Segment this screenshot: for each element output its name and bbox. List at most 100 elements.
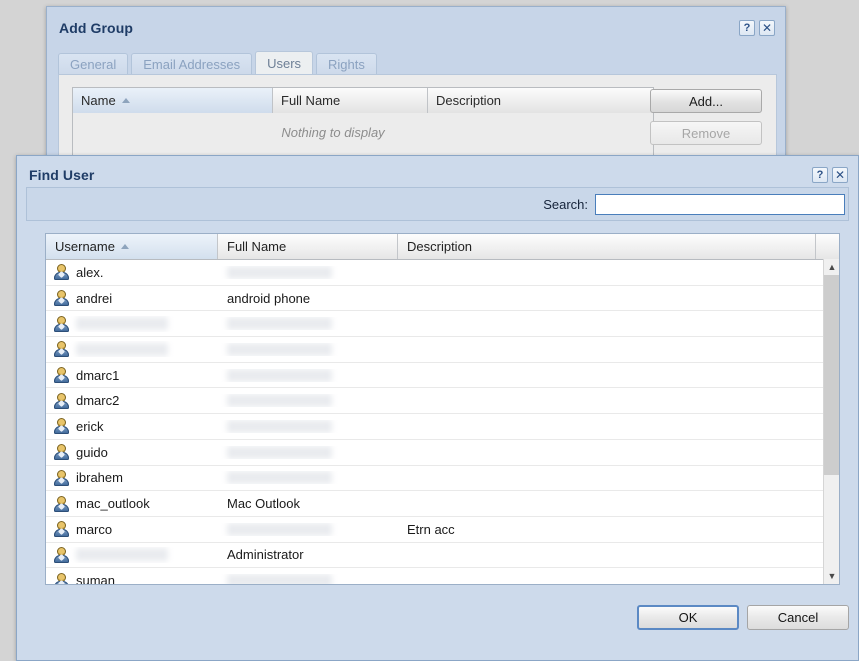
cell-username-text: marco bbox=[76, 521, 113, 537]
column-header-extra[interactable] bbox=[816, 234, 839, 259]
help-icon[interactable]: ? bbox=[739, 20, 755, 36]
table-row[interactable]: guido bbox=[46, 440, 839, 466]
close-icon[interactable]: ✕ bbox=[832, 167, 848, 183]
column-header-full-name[interactable]: Full Name bbox=[218, 234, 398, 259]
find-user-title: Find User bbox=[29, 167, 95, 183]
table-row[interactable]: ibrahem bbox=[46, 466, 839, 492]
table-row[interactable] bbox=[46, 311, 839, 338]
add-button[interactable]: Add... bbox=[650, 89, 762, 113]
table-row[interactable]: marco Etrn acc bbox=[46, 517, 839, 543]
add-group-window-buttons: ? ✕ bbox=[739, 20, 775, 36]
table-row[interactable]: dmarc2 bbox=[46, 388, 839, 415]
cell-full-name bbox=[218, 317, 398, 331]
table-row[interactable]: alex. bbox=[46, 260, 839, 286]
add-group-dialog: Add Group ? ✕ General Email Addresses Us… bbox=[46, 6, 786, 166]
user-icon bbox=[53, 418, 69, 435]
cell-username-text: guido bbox=[76, 444, 108, 460]
cell-full-name bbox=[218, 368, 398, 382]
cell-username: ibrahem bbox=[46, 470, 218, 486]
table-row[interactable]: dmarc1 bbox=[46, 363, 839, 389]
sort-ascending-icon bbox=[120, 244, 129, 249]
column-header-description-label: Description bbox=[407, 239, 473, 254]
tab-rights[interactable]: Rights bbox=[316, 53, 377, 75]
table-row[interactable] bbox=[46, 337, 839, 363]
cell-username-text bbox=[76, 342, 168, 356]
cell-username: dmarc1 bbox=[46, 367, 218, 384]
cell-full-name-text bbox=[227, 265, 332, 279]
cell-full-name bbox=[218, 471, 398, 485]
find-user-window-buttons: ? ✕ bbox=[812, 167, 848, 183]
cell-username: guido bbox=[46, 444, 218, 461]
help-icon[interactable]: ? bbox=[812, 167, 828, 183]
table-row[interactable]: mac_outlook Mac Outlook bbox=[46, 491, 839, 517]
tab-general[interactable]: General bbox=[58, 53, 129, 75]
user-icon bbox=[53, 470, 69, 486]
cell-username-text: alex. bbox=[76, 264, 104, 280]
user-icon bbox=[53, 264, 69, 281]
cell-username: marco bbox=[46, 521, 218, 538]
cell-full-name-text bbox=[227, 419, 332, 433]
cell-full-name bbox=[218, 574, 398, 584]
table-row[interactable]: erick bbox=[46, 414, 839, 440]
sort-ascending-icon bbox=[121, 98, 130, 103]
scroll-down-icon[interactable]: ▼ bbox=[824, 568, 839, 584]
cell-full-name bbox=[218, 419, 398, 433]
column-header-description[interactable]: Description bbox=[428, 88, 653, 113]
cell-full-name-text bbox=[227, 522, 332, 536]
column-header-username[interactable]: Username bbox=[46, 234, 218, 259]
scrollbar-thumb[interactable] bbox=[824, 275, 839, 475]
cell-full-name bbox=[218, 265, 398, 279]
cell-full-name-text bbox=[227, 471, 332, 485]
search-input[interactable] bbox=[599, 193, 841, 215]
search-input-wrapper[interactable] bbox=[595, 193, 845, 215]
cell-username: alex. bbox=[46, 264, 218, 281]
user-icon bbox=[53, 393, 69, 409]
tab-email-addresses[interactable]: Email Addresses bbox=[131, 53, 253, 75]
cell-username: suman bbox=[46, 573, 218, 584]
ok-button[interactable]: OK bbox=[637, 605, 739, 630]
cancel-button[interactable]: Cancel bbox=[747, 605, 849, 630]
cell-full-name: Mac Outlook bbox=[218, 496, 398, 511]
cell-full-name-text: android phone bbox=[227, 290, 311, 306]
cell-description-text: Etrn acc bbox=[407, 521, 455, 537]
user-list-body[interactable]: alex. andrei android phone dmarc1 dmarc2 eric… bbox=[46, 260, 839, 584]
cell-username-text bbox=[76, 317, 168, 331]
empty-state-text: Nothing to display bbox=[281, 124, 385, 140]
user-icon bbox=[53, 521, 69, 538]
remove-button[interactable]: Remove bbox=[650, 121, 762, 145]
tab-users[interactable]: Users bbox=[255, 51, 314, 75]
cell-full-name-text: Mac Outlook bbox=[227, 496, 300, 512]
column-header-full-name[interactable]: Full Name bbox=[273, 88, 428, 113]
column-header-name[interactable]: Name bbox=[73, 88, 273, 113]
search-label: Search: bbox=[543, 196, 588, 212]
add-group-users-panel: Name Full Name Description Nothing to di… bbox=[58, 74, 777, 159]
cell-username bbox=[46, 547, 218, 563]
scroll-up-icon[interactable]: ▲ bbox=[824, 259, 839, 275]
table-row[interactable]: Administrator bbox=[46, 543, 839, 569]
cell-full-name-text: Administrator bbox=[227, 547, 304, 563]
cell-username-text: andrei bbox=[76, 290, 113, 306]
cell-username-text: dmarc1 bbox=[76, 367, 120, 383]
user-icon bbox=[53, 496, 69, 512]
add-group-title: Add Group bbox=[59, 20, 133, 36]
cell-username-text: ibrahem bbox=[76, 470, 123, 486]
column-header-description[interactable]: Description bbox=[398, 234, 816, 259]
cell-username: dmarc2 bbox=[46, 393, 218, 409]
group-members-actions: Add... Remove bbox=[650, 89, 762, 153]
group-members-grid: Name Full Name Description Nothing to di… bbox=[72, 87, 654, 158]
cell-full-name bbox=[218, 522, 398, 536]
table-row[interactable]: suman bbox=[46, 568, 839, 584]
table-row[interactable]: andrei android phone bbox=[46, 286, 839, 312]
user-list-scrollbar[interactable]: ▲ ▼ bbox=[823, 259, 839, 584]
cell-full-name-text bbox=[227, 368, 332, 382]
screen: Add Group ? ✕ General Email Addresses Us… bbox=[0, 0, 859, 661]
cell-full-name bbox=[218, 342, 398, 356]
cell-username-text: mac_outlook bbox=[76, 496, 150, 512]
close-icon[interactable]: ✕ bbox=[759, 20, 775, 36]
cell-full-name-text bbox=[227, 342, 332, 356]
cell-full-name bbox=[218, 445, 398, 459]
cell-username: erick bbox=[46, 418, 218, 435]
column-header-full-name-label: Full Name bbox=[281, 93, 341, 108]
find-user-footer: OK Cancel bbox=[17, 595, 858, 660]
user-icon bbox=[53, 367, 69, 384]
